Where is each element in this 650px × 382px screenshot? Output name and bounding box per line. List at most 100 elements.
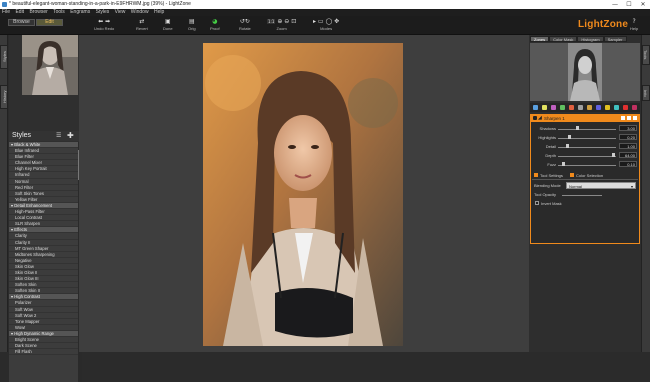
slider-label: Detail [545, 144, 556, 149]
tab-sampler[interactable]: Sampler [603, 36, 627, 42]
tone-curve-icon[interactable] [542, 105, 547, 110]
slider-value-field[interactable]: 0.10 [619, 161, 637, 167]
tab-tool-settings[interactable]: Tool Settings [540, 173, 563, 178]
layer-close-icon[interactable] [633, 116, 637, 120]
revert-icon: ⇄ [139, 18, 145, 25]
help-button[interactable]: ? Help [630, 18, 638, 31]
menu-tools[interactable]: Tools [53, 9, 65, 15]
slider-track[interactable] [558, 165, 616, 166]
window-title: * beautiful-elegant-woman-standing-in-a-… [9, 1, 191, 7]
left-panel: Styles ☰ ✚ Black & WhiteBlue InfraredBlu… [9, 35, 82, 382]
slider-knob[interactable] [575, 126, 579, 130]
style-item[interactable]: Fill Flash [9, 349, 79, 356]
styles-header: Styles ☰ ✚ [9, 131, 79, 141]
browse-mode-button[interactable]: Browse [8, 19, 35, 26]
sharpen-layer-panel: ◢ Sharpen 1 Shadows 3.00 Highlights 0.20 Det… [530, 114, 640, 244]
tab-history[interactable]: History [0, 85, 8, 109]
layer-title: Sharpen 1 [544, 116, 565, 121]
sharpen-icon: ◢ [538, 115, 542, 121]
slider-knob[interactable] [568, 135, 572, 139]
menu-engrams[interactable]: Engrams [70, 9, 90, 15]
zones-preview [530, 43, 640, 101]
noise-reduction-icon[interactable] [596, 105, 601, 110]
slider-track[interactable] [558, 156, 616, 157]
tool-opacity-slider[interactable] [562, 195, 602, 196]
zoom-icons: 1:1 ⊕ ⊖ ⊡ [267, 18, 297, 25]
menu-file[interactable]: File [2, 9, 10, 15]
layer-reset-icon[interactable] [627, 116, 631, 120]
rotate-button[interactable]: ↺↻ Rotate [239, 18, 251, 31]
done-button[interactable]: ▣ Done [163, 18, 173, 31]
right-panel: Zones Color Mask Histogram Sampler ◢ Sharpe… [529, 35, 641, 352]
blur-icon[interactable] [578, 105, 583, 110]
minimize-button[interactable]: — [608, 0, 622, 9]
red-eye-icon[interactable] [623, 105, 628, 110]
clone-icon[interactable] [614, 105, 619, 110]
left-tab-strip: Styles History [0, 35, 8, 352]
blending-mode-row: Blending Mode Normal [532, 182, 638, 190]
revert-button[interactable]: ⇄ Revert [136, 18, 148, 31]
proof-icon: ◕ [212, 18, 218, 25]
menu-edit[interactable]: Edit [15, 9, 24, 15]
undo-redo-button[interactable]: ⬅ ➡ Undo Redo [94, 18, 114, 31]
menu-view[interactable]: View [115, 9, 126, 15]
zoom-control[interactable]: 1:1 ⊕ ⊖ ⊡ Zoom [267, 18, 296, 31]
menu-styles[interactable]: Styles [96, 9, 110, 15]
tab-styles[interactable]: Styles [0, 45, 8, 69]
menu-help[interactable]: Help [154, 9, 164, 15]
add-style-icon[interactable]: ✚ [67, 131, 74, 140]
list-view-icon[interactable]: ☰ [56, 132, 61, 139]
style-preview-thumbnail [22, 35, 78, 95]
tab-histogram[interactable]: Histogram [577, 36, 604, 42]
slider-knob[interactable] [562, 162, 566, 166]
slider-row: Fuzz 0.10 [531, 161, 639, 169]
visibility-toggle-icon[interactable] [533, 116, 537, 120]
color-balance-icon[interactable] [551, 105, 556, 110]
relight-icon[interactable] [605, 105, 610, 110]
slider-value-field[interactable]: 64.00 [619, 152, 637, 158]
image-canvas[interactable] [79, 35, 529, 352]
slider-value-field[interactable]: 3.00 [619, 125, 637, 131]
slider-track[interactable] [558, 138, 616, 139]
edited-photo [203, 43, 403, 346]
slider-value-field[interactable]: 0.20 [619, 134, 637, 140]
slider-row: Highlights 0.20 [531, 134, 639, 142]
blending-mode-select[interactable]: Normal [566, 182, 636, 190]
tab-tools[interactable]: Tools [642, 45, 650, 65]
slider-label: Highlights [538, 135, 556, 140]
invert-mask-checkbox[interactable] [535, 201, 539, 205]
layer-subtabs: Tool Settings Color Selection [532, 172, 638, 180]
color-selection-icon [570, 173, 574, 177]
zones-tool-icon[interactable] [533, 105, 538, 110]
slider-row: Depth 64.00 [531, 152, 639, 160]
tab-zones[interactable]: Zones [530, 36, 550, 42]
maximize-button[interactable]: ☐ [622, 0, 636, 9]
white-balance-icon[interactable] [569, 105, 574, 110]
slider-value-field[interactable]: 1.00 [619, 143, 637, 149]
tab-color-selection[interactable]: Color Selection [576, 173, 603, 178]
slider-track[interactable] [558, 129, 616, 130]
edit-mode-button[interactable]: Edit [36, 19, 63, 26]
tool-opacity-label: Tool Opacity [534, 192, 557, 197]
main-toolbar: Browse Edit ⬅ ➡ Undo Redo ⇄ Revert ▣ Don… [0, 16, 650, 35]
layer-menu-icon[interactable] [621, 116, 625, 120]
tool-settings-icon [534, 173, 538, 177]
tab-info[interactable]: Info [642, 85, 650, 101]
modes-button[interactable]: ▸ ▭ ◯ ✥ Modes [313, 18, 339, 31]
slider-knob[interactable] [612, 153, 616, 157]
invert-mask-row: Invert Mask [532, 200, 638, 208]
hue-saturation-icon[interactable] [560, 105, 565, 110]
menu-browser[interactable]: Browser [29, 9, 47, 15]
slider-knob[interactable] [566, 144, 570, 148]
help-icon: ? [632, 18, 636, 25]
proof-button[interactable]: ◕ Proof [210, 18, 220, 31]
original-button[interactable]: ▤ Orig [188, 18, 196, 31]
save-icon: ▣ [164, 18, 171, 25]
sharpen-tool-icon[interactable] [587, 105, 592, 110]
menu-window[interactable]: Window [131, 9, 149, 15]
invert-mask-label: Invert Mask [541, 201, 562, 206]
tab-color-mask[interactable]: Color Mask [549, 36, 578, 42]
spot-icon[interactable] [632, 105, 637, 110]
layer-header[interactable]: ◢ Sharpen 1 [531, 115, 639, 122]
close-button[interactable]: ✕ [636, 0, 650, 9]
